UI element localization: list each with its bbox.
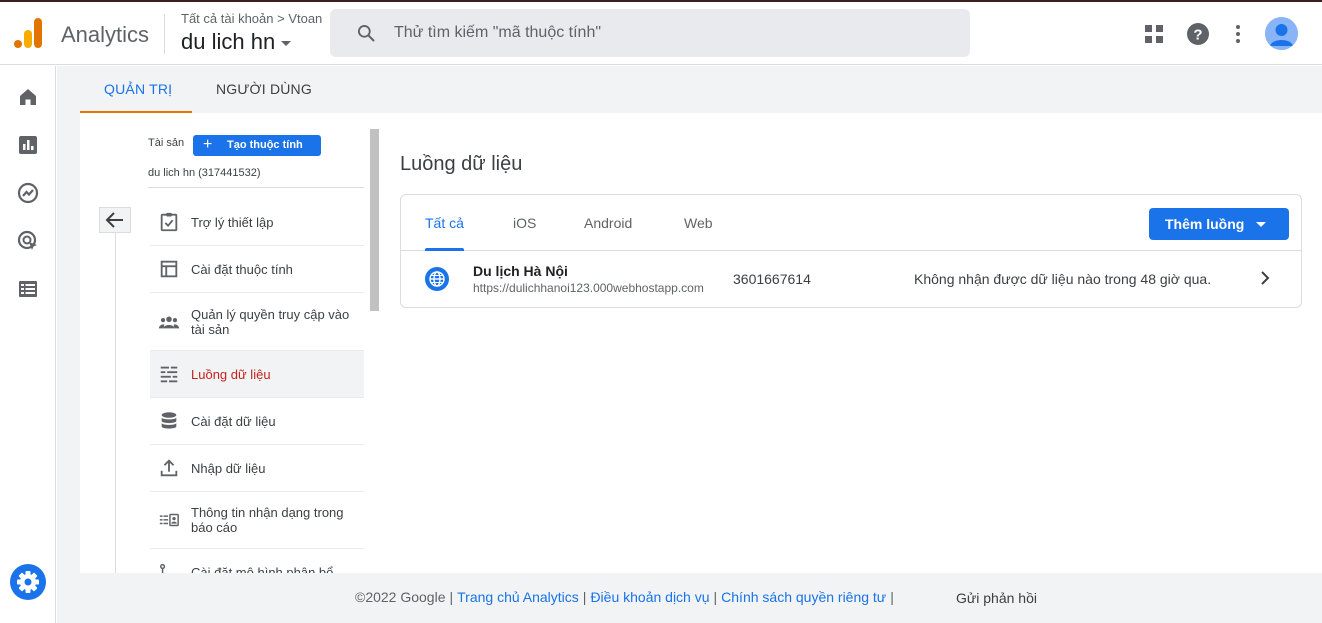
tab-users[interactable]: NGƯỜI DÙNG	[216, 81, 312, 97]
create-property-label: Tạo thuộc tính	[227, 139, 303, 151]
tree-connector	[115, 233, 116, 573]
top-app-bar: Analytics Tất cả tài khoản > Vtoan du li…	[0, 2, 1322, 65]
create-property-button[interactable]: + Tạo thuộc tính	[193, 135, 321, 156]
menu-item-data-settings[interactable]: Cài đặt dữ liệu	[150, 398, 364, 445]
advertising-icon[interactable]	[16, 229, 40, 253]
settings-icon	[17, 571, 39, 593]
tab-all[interactable]: Tất cả	[425, 215, 464, 231]
property-name-divider	[148, 187, 364, 188]
send-feedback-link[interactable]: Gửi phản hồi	[956, 590, 1037, 606]
analytics-home-link[interactable]: Trang chủ Analytics	[457, 589, 579, 605]
menu-item-label: Cài đặt thuộc tính	[191, 262, 293, 277]
page-title: Luồng dữ liệu	[400, 153, 523, 175]
app-name: Analytics	[61, 22, 150, 47]
reports-icon[interactable]	[16, 133, 40, 157]
chevron-down-icon	[281, 40, 292, 46]
left-nav-rail	[0, 66, 56, 623]
tab-web[interactable]: Web	[684, 215, 713, 231]
stream-name: Du lịch Hà Nội	[473, 263, 568, 279]
tab-admin[interactable]: QUẢN TRỊ	[104, 81, 172, 97]
menu-item-label: Trợ lý thiết lập	[191, 215, 274, 230]
menu-item-label: Thông tin nhận dạng trong báo cáo	[191, 505, 344, 535]
terms-link[interactable]: Điều khoản dịch vụ	[590, 589, 709, 605]
svg-text:?: ?	[1193, 27, 1202, 44]
search-bar[interactable]	[330, 9, 970, 57]
web-globe-icon	[425, 267, 449, 291]
plus-icon: +	[203, 136, 213, 153]
admin-settings-button[interactable]	[10, 564, 46, 600]
admin-content: QUẢN TRỊ NGƯỜI DÙNG Tài sản + Tạo thuộc …	[57, 66, 1322, 623]
stream-id: 3601667614	[733, 271, 811, 287]
menu-item-data-import[interactable]: Nhập dữ liệu	[150, 445, 364, 492]
attribution-icon	[160, 563, 166, 573]
search-icon	[358, 25, 375, 42]
account-avatar[interactable]	[1265, 17, 1298, 50]
person-icon	[1265, 17, 1298, 50]
menu-item-data-streams[interactable]: Luồng dữ liệu	[150, 351, 364, 398]
menu-item-setup-assistant[interactable]: Trợ lý thiết lập	[150, 199, 364, 246]
privacy-link[interactable]: Chính sách quyền riêng tư	[721, 589, 886, 605]
account-breadcrumb[interactable]: Tất cả tài khoản > Vtoan	[181, 11, 322, 26]
property-selector-label: du lich hn	[181, 29, 276, 54]
admin-tabs: QUẢN TRỊ NGƯỜI DÙNG	[57, 66, 1322, 113]
web-layout-icon	[160, 260, 178, 278]
menu-item-attribution-settings[interactable]: Cài đặt mô hình phân bổ	[150, 549, 364, 573]
home-icon[interactable]	[16, 85, 40, 109]
stream-row[interactable]: Du lịch Hà Nội https://dulichhanoi123.00…	[401, 252, 1301, 307]
configure-icon[interactable]	[16, 277, 40, 301]
help-icon[interactable]: ?	[1186, 22, 1210, 46]
admin-panel: Tài sản + Tạo thuộc tính du lich hn (317…	[80, 113, 1322, 573]
analytics-logo[interactable]	[14, 16, 42, 48]
explore-icon[interactable]	[16, 181, 40, 205]
back-button[interactable]	[99, 207, 131, 233]
apps-grid-icon[interactable]	[1142, 22, 1166, 46]
menu-item-property-settings[interactable]: Cài đặt thuộc tính	[150, 246, 364, 293]
add-stream-label: Thêm luồng	[1165, 216, 1245, 232]
footer: ©2022 Google | Trang chủ Analytics | Điều kh…	[355, 589, 894, 605]
identity-list-icon	[159, 513, 179, 527]
upload-icon	[160, 459, 178, 477]
copyright: ©2022 Google	[355, 589, 446, 605]
tab-ios[interactable]: iOS	[513, 215, 536, 231]
search-input[interactable]	[394, 21, 954, 45]
add-stream-button[interactable]: Thêm luồng	[1149, 208, 1289, 240]
menu-item-access-management[interactable]: Quản lý quyền truy cập vào tài sản	[150, 293, 364, 351]
tab-android[interactable]: Android	[584, 215, 632, 231]
menu-item-reporting-identity[interactable]: Thông tin nhận dạng trong báo cáo	[150, 492, 364, 549]
property-selector[interactable]: du lich hn	[181, 29, 292, 55]
assignment-check-icon	[160, 212, 178, 232]
database-icon	[161, 412, 177, 429]
menu-scrollbar[interactable]	[370, 129, 379, 311]
property-column-label: Tài sản	[148, 137, 185, 149]
menu-item-label: Cài đặt dữ liệu	[191, 414, 276, 429]
stream-filter-tabs: Tất cả iOS Android Web Thêm luồng	[401, 195, 1301, 251]
stream-url: https://dulichhanoi123.000webhostapp.com	[473, 281, 704, 295]
data-streams-icon	[160, 366, 178, 383]
people-icon	[158, 316, 180, 329]
chevron-right-icon[interactable]	[1255, 268, 1275, 288]
active-stream-tab-indicator	[425, 248, 464, 251]
arrow-drop-down-icon	[1256, 222, 1266, 227]
menu-item-label: Luồng dữ liệu	[191, 367, 271, 382]
property-name[interactable]: du lich hn (317441532)	[148, 167, 261, 179]
arrow-back-icon	[105, 212, 123, 228]
data-streams-card: Tất cả iOS Android Web Thêm luồng Du lịc…	[400, 194, 1302, 308]
menu-item-label: Nhập dữ liệu	[191, 461, 266, 476]
menu-item-label: Cài đặt mô hình phân bổ	[191, 565, 334, 573]
header-divider	[164, 14, 165, 54]
stream-status: Không nhận được dữ liệu nào trong 48 giờ…	[914, 271, 1212, 287]
menu-item-label: Quản lý quyền truy cập vào tài sản	[191, 307, 350, 337]
more-vert-icon[interactable]	[1226, 22, 1250, 46]
